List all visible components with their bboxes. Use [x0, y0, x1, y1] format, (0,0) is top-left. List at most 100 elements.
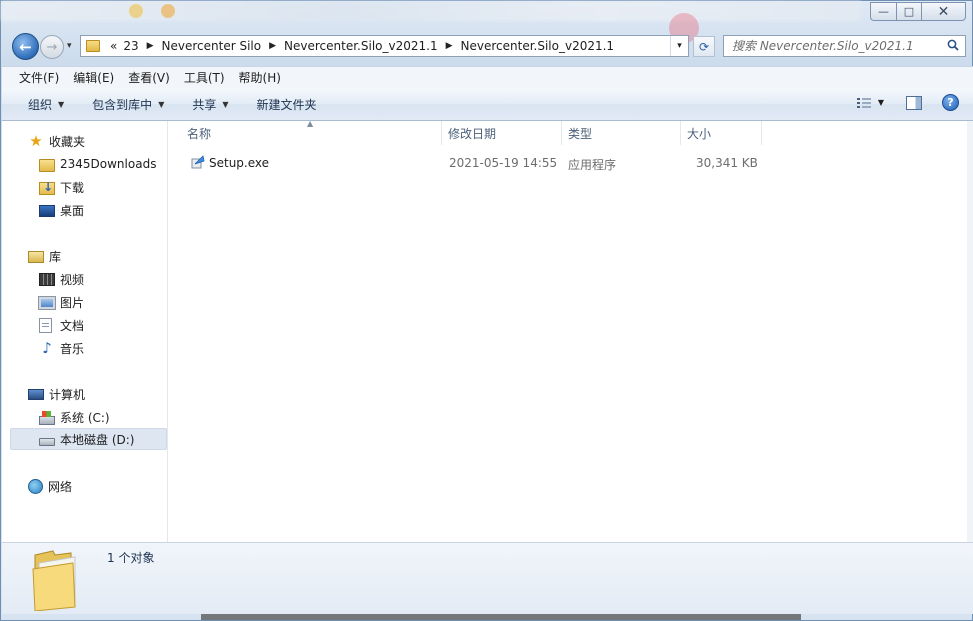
search-icon[interactable]: [947, 39, 959, 51]
refresh-button[interactable]: ⟳: [693, 36, 715, 57]
sidebar-item-favorites[interactable]: ★ 收藏夹: [28, 130, 85, 152]
blurred-taskbar-icon: [129, 4, 143, 18]
arrow-left-icon: ←: [19, 37, 32, 56]
file-type: 应用程序: [568, 158, 617, 172]
column-header-type[interactable]: 类型: [562, 121, 681, 145]
breadcrumb-overflow[interactable]: «: [110, 39, 117, 53]
content-area: ★ 收藏夹 2345Downloads 下载 桌面 库 视频: [2, 119, 967, 542]
organize-button[interactable]: 组织 ▼: [18, 96, 74, 113]
menu-file[interactable]: 文件(F): [12, 68, 66, 88]
include-in-library-button[interactable]: 包含到库中 ▼: [82, 96, 174, 113]
breadcrumb-item[interactable]: Nevercenter.Silo_v2021.1: [284, 39, 438, 53]
computer-icon: [28, 389, 44, 400]
chevron-right-icon[interactable]: ▶: [446, 41, 453, 51]
sidebar-item-documents[interactable]: 文档: [39, 314, 84, 336]
file-name: Setup.exe: [209, 156, 270, 170]
sidebar-item-label: 库: [49, 249, 62, 264]
column-header-label: 名称: [187, 126, 212, 141]
horizontal-scrollbar[interactable]: [201, 614, 801, 620]
file-row[interactable]: Setup.exe 2021-05-19 14:55 应用程序 30,341 K…: [185, 152, 762, 174]
new-folder-button[interactable]: 新建文件夹: [247, 96, 327, 113]
search-box[interactable]: [723, 35, 966, 57]
star-icon: ★: [29, 132, 43, 150]
address-bar[interactable]: « 23 ▶ Nevercenter Silo ▶ Nevercenter.Si…: [80, 35, 689, 57]
sidebar-item-pictures[interactable]: 图片: [38, 291, 85, 313]
pictures-library-icon: [38, 296, 56, 310]
sidebar-item-network[interactable]: 网络: [28, 475, 72, 497]
file-modified: 2021-05-19 14:55: [449, 156, 558, 170]
column-header-label: 大小: [687, 126, 712, 141]
right-edge-strip: [967, 121, 973, 542]
column-header-modified[interactable]: 修改日期: [442, 121, 562, 145]
music-note-icon: ♪: [42, 339, 52, 357]
exe-file-icon: [191, 155, 205, 169]
breadcrumb-item[interactable]: 23: [123, 39, 138, 53]
breadcrumb-item[interactable]: Nevercenter.Silo_v2021.1: [461, 39, 615, 53]
search-input[interactable]: [732, 39, 937, 53]
new-folder-label: 新建文件夹: [256, 97, 317, 112]
sidebar-item-label: 图片: [60, 295, 85, 310]
sidebar-item-2345downloads[interactable]: 2345Downloads: [39, 153, 156, 175]
sidebar-item-videos[interactable]: 视频: [39, 268, 84, 290]
sidebar-item-music[interactable]: ♪ 音乐: [39, 337, 84, 359]
close-button[interactable]: ✕: [922, 2, 966, 21]
forward-button[interactable]: →: [40, 35, 64, 59]
sidebar-item-drive-c[interactable]: 系统 (C:): [39, 406, 110, 428]
back-button[interactable]: ←: [12, 33, 39, 60]
navigation-pane: ★ 收藏夹 2345Downloads 下载 桌面 库 视频: [2, 121, 168, 542]
sidebar-item-label: 本地磁盘 (D:): [60, 432, 135, 447]
preview-pane-icon[interactable]: [906, 95, 922, 110]
command-bar: 组织 ▼ 包含到库中 ▼ 共享 ▼ 新建文件夹 ▼ ?: [2, 88, 973, 121]
menu-tools[interactable]: 工具(T): [177, 68, 232, 88]
column-header-size[interactable]: 大小: [681, 121, 762, 145]
caret-down-icon: ▼: [222, 99, 229, 109]
maximize-button[interactable]: □: [896, 2, 922, 21]
breadcrumb: 23 ▶ Nevercenter Silo ▶ Nevercenter.Silo…: [123, 39, 614, 53]
view-dropdown-icon[interactable]: ▼: [878, 98, 884, 107]
sidebar-item-label: 收藏夹: [49, 134, 86, 149]
minimize-button[interactable]: —: [870, 2, 896, 21]
file-size: 30,341 KB: [696, 156, 758, 170]
sidebar-item-label: 下载: [60, 180, 85, 195]
menu-bar: 文件(F) 编辑(E) 查看(V) 工具(T) 帮助(H): [2, 66, 973, 88]
menu-help[interactable]: 帮助(H): [232, 68, 288, 88]
file-list: ▲ 名称 修改日期 类型 大小 Setup.exe 2021-05-19 14:…: [169, 119, 967, 542]
sidebar-item-libraries[interactable]: 库: [28, 245, 61, 267]
details-pane: 1 个对象: [2, 542, 973, 614]
address-history-dropdown[interactable]: ▾: [670, 36, 688, 56]
column-header-label: 修改日期: [448, 126, 497, 141]
column-header-name[interactable]: 名称: [181, 121, 442, 145]
recent-pages-dropdown[interactable]: ▾: [67, 41, 72, 51]
help-icon[interactable]: ?: [942, 94, 959, 111]
include-in-library-label: 包含到库中: [92, 97, 153, 112]
title-bar: — □ ✕: [1, 1, 972, 43]
sidebar-item-drive-d[interactable]: 本地磁盘 (D:): [10, 428, 167, 450]
menu-view[interactable]: 查看(V): [121, 68, 177, 88]
chevron-right-icon[interactable]: ▶: [147, 41, 154, 51]
arrow-right-icon: →: [46, 39, 58, 55]
sidebar-item-desktop[interactable]: 桌面: [39, 199, 84, 221]
video-library-icon: [39, 272, 55, 286]
large-folder-icon: [32, 550, 76, 611]
view-options-icon[interactable]: [856, 96, 872, 110]
sidebar-item-label: 网络: [48, 479, 73, 494]
downloads-folder-icon: [39, 180, 55, 195]
explorer-window: — □ ✕ ← → ▾ « 23 ▶ Nevercenter Silo ▶ Ne…: [0, 0, 973, 621]
sidebar-item-label: 音乐: [60, 341, 85, 356]
menu-edit[interactable]: 编辑(E): [66, 68, 121, 88]
column-header-label: 类型: [568, 126, 593, 141]
breadcrumb-item[interactable]: Nevercenter Silo: [162, 39, 262, 53]
local-disk-icon: [39, 438, 55, 446]
organize-label: 组织: [28, 97, 53, 112]
chevron-right-icon[interactable]: ▶: [269, 41, 276, 51]
folder-icon: [39, 158, 55, 172]
sidebar-item-downloads[interactable]: 下载: [39, 176, 84, 198]
share-button[interactable]: 共享 ▼: [182, 96, 238, 113]
share-label: 共享: [192, 97, 217, 112]
caret-down-icon: ▼: [58, 99, 65, 109]
sidebar-item-label: 文档: [60, 318, 85, 333]
sidebar-item-label: 2345Downloads: [60, 157, 157, 171]
navigation-bar: ← → ▾ « 23 ▶ Nevercenter Silo ▶ Nevercen…: [9, 32, 966, 62]
sidebar-item-computer[interactable]: 计算机: [28, 383, 85, 405]
blurred-taskbar-icon: [161, 4, 175, 18]
